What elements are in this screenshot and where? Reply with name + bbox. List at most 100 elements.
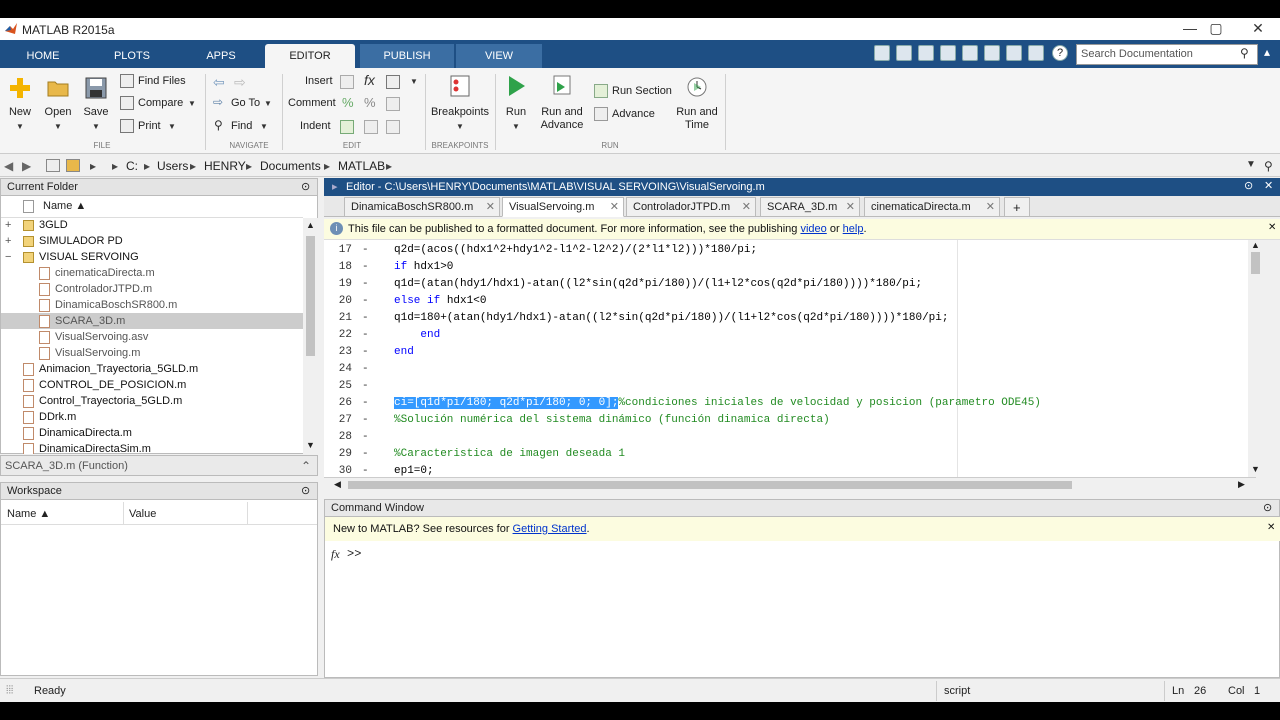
insert-section-icon[interactable] bbox=[340, 75, 354, 89]
file-row[interactable]: VisualServoing.m bbox=[1, 345, 303, 361]
editor-collapse-icon[interactable]: ▸ bbox=[332, 180, 338, 193]
tab-editor[interactable]: EDITOR bbox=[265, 44, 355, 68]
code-line[interactable]: 29- %Caracteristica de imagen deseada 1 bbox=[324, 446, 1256, 463]
function-browser-icon[interactable]: fx bbox=[331, 547, 340, 562]
tab-close-icon[interactable]: ✕ bbox=[846, 198, 855, 217]
name-column-header[interactable]: Name ▲ bbox=[43, 200, 86, 212]
breadcrumb-matlab[interactable]: MATLAB bbox=[338, 159, 385, 173]
code-line[interactable]: 27- %Solución numérica del sistema dinámi… bbox=[324, 412, 1256, 429]
run-dropdown-icon[interactable]: ▼ bbox=[512, 122, 520, 131]
line-number[interactable]: 20 bbox=[324, 293, 352, 310]
breakpoint-marker[interactable]: - bbox=[362, 395, 369, 412]
file-row[interactable]: DinamicaBoschSR800.m bbox=[1, 297, 303, 313]
editor-tab[interactable]: ControladorJTPD.m ✕ bbox=[626, 197, 756, 217]
decrease-indent-icon[interactable] bbox=[386, 120, 400, 134]
go-to-button[interactable]: Go To bbox=[231, 97, 260, 109]
open-button[interactable]: Open bbox=[42, 106, 74, 118]
command-window[interactable]: fx >> bbox=[324, 541, 1280, 678]
find-files-button[interactable]: Find Files bbox=[138, 75, 186, 87]
code-editor[interactable]: 17- q2d=(acos((hdx1^2+hdy1^2-l1^2-l2^2)/(… bbox=[324, 240, 1256, 477]
code-line[interactable]: 20- else if hdx1<0 bbox=[324, 293, 1256, 310]
print-dropdown-icon[interactable]: ▼ bbox=[168, 122, 176, 131]
line-number[interactable]: 17 bbox=[324, 242, 352, 259]
panel-actions-icon[interactable]: ⊙ bbox=[1263, 501, 1272, 514]
line-number[interactable]: 27 bbox=[324, 412, 352, 429]
go-to-dropdown-icon[interactable]: ▼ bbox=[264, 99, 272, 108]
file-row[interactable]: DDrk.m bbox=[1, 409, 303, 425]
tab-view[interactable]: VIEW bbox=[456, 44, 542, 68]
file-row[interactable]: DinamicaDirecta.m bbox=[1, 425, 303, 441]
maximize-button[interactable]: ▢ bbox=[1202, 20, 1230, 38]
line-number[interactable]: 21 bbox=[324, 310, 352, 327]
insert-function-icon[interactable]: fx bbox=[364, 72, 375, 88]
breakpoint-marker[interactable]: - bbox=[362, 463, 369, 477]
tab-apps[interactable]: APPS bbox=[190, 44, 252, 68]
print-button[interactable]: Print bbox=[138, 120, 161, 132]
wrap-comments-icon[interactable] bbox=[386, 97, 400, 111]
scroll-thumb[interactable] bbox=[306, 236, 315, 356]
switch-windows-icon[interactable] bbox=[1028, 45, 1044, 61]
save-dropdown-icon[interactable]: ▼ bbox=[92, 122, 100, 131]
breakpoint-marker[interactable]: - bbox=[362, 429, 369, 446]
run-section-button[interactable]: Run Section bbox=[612, 85, 672, 97]
new-tab-button[interactable]: + bbox=[1004, 197, 1030, 217]
panel-actions-icon[interactable]: ⊙ bbox=[301, 180, 310, 193]
copy-icon[interactable] bbox=[940, 45, 956, 61]
tab-close-icon[interactable]: ✕ bbox=[486, 198, 495, 217]
tab-publish[interactable]: PUBLISH bbox=[360, 44, 454, 68]
editor-tab[interactable]: SCARA_3D.m ✕ bbox=[760, 197, 860, 217]
tab-home[interactable]: HOME bbox=[14, 44, 72, 68]
run-and-time-button[interactable]: Run and Time bbox=[672, 106, 722, 132]
breadcrumb-drive[interactable]: C: bbox=[126, 159, 138, 173]
address-dropdown-icon[interactable]: ▸ bbox=[90, 159, 96, 173]
scroll-right-icon[interactable]: ▶ bbox=[1238, 479, 1245, 490]
breakpoint-marker[interactable]: - bbox=[362, 361, 369, 378]
address-history-dropdown-icon[interactable]: ▼ bbox=[1246, 159, 1256, 170]
scroll-up-icon[interactable]: ▲ bbox=[1251, 240, 1260, 250]
breakpoints-button[interactable]: Breakpoints bbox=[430, 106, 490, 118]
quick-access-icon[interactable] bbox=[874, 45, 890, 61]
tab-close-icon[interactable]: ✕ bbox=[742, 198, 751, 217]
file-row[interactable]: Control_Trayectoria_5GLD.m bbox=[1, 393, 303, 409]
code-line[interactable]: 23- end bbox=[324, 344, 1256, 361]
file-row[interactable]: DinamicaDirectaSim.m bbox=[1, 441, 303, 454]
help-icon[interactable]: ? bbox=[1052, 45, 1068, 61]
breakpoint-marker[interactable]: - bbox=[362, 259, 369, 276]
cut-icon[interactable] bbox=[918, 45, 934, 61]
paste-icon[interactable] bbox=[962, 45, 978, 61]
code-line[interactable]: 28- bbox=[324, 429, 1256, 446]
breakpoint-marker[interactable]: - bbox=[362, 242, 369, 259]
editor-tab[interactable]: cinematicaDirecta.m ✕ bbox=[864, 197, 1000, 217]
close-info-icon[interactable]: ✕ bbox=[1268, 222, 1276, 233]
line-number[interactable]: 18 bbox=[324, 259, 352, 276]
browse-folder-icon[interactable] bbox=[66, 159, 80, 172]
expand-toggle-icon[interactable]: + bbox=[5, 217, 11, 233]
line-number[interactable]: 19 bbox=[324, 276, 352, 293]
scroll-thumb[interactable] bbox=[1251, 252, 1260, 274]
line-number[interactable]: 30 bbox=[324, 463, 352, 477]
folder-row[interactable]: +3GLD bbox=[1, 217, 303, 233]
code-line[interactable]: 17- q2d=(acos((hdx1^2+hdy1^2-l1^2-l2^2)/(… bbox=[324, 242, 1256, 259]
scroll-left-icon[interactable]: ◀ bbox=[334, 479, 341, 490]
increase-indent-icon[interactable] bbox=[364, 120, 378, 134]
find-dropdown-icon[interactable]: ▼ bbox=[260, 122, 268, 131]
code-line[interactable]: 21- q1d=180+(atan(hdy1/hdx1)-atan((l2*sin… bbox=[324, 310, 1256, 327]
breakpoint-marker[interactable]: - bbox=[362, 446, 369, 463]
forward-icon[interactable]: ⇨ bbox=[234, 74, 246, 91]
back-icon[interactable]: ⇦ bbox=[213, 74, 225, 91]
details-bar[interactable]: SCARA_3D.m (Function) ⌃ bbox=[0, 455, 318, 476]
editor-vertical-scrollbar[interactable]: ▲ ▼ bbox=[1248, 240, 1264, 477]
line-number[interactable]: 22 bbox=[324, 327, 352, 344]
save-button[interactable]: Save bbox=[80, 106, 112, 118]
breakpoint-marker[interactable]: - bbox=[362, 412, 369, 429]
compare-dropdown-icon[interactable]: ▼ bbox=[188, 99, 196, 108]
line-number[interactable]: 23 bbox=[324, 344, 352, 361]
redo-icon[interactable] bbox=[1006, 45, 1022, 61]
tab-close-icon[interactable]: ✕ bbox=[610, 198, 619, 217]
editor-tab-active[interactable]: VisualServoing.m ✕ bbox=[502, 197, 624, 217]
save-quick-icon[interactable] bbox=[896, 45, 912, 61]
editor-close-icon[interactable]: ✕ bbox=[1264, 179, 1273, 192]
breakpoint-marker[interactable]: - bbox=[362, 327, 369, 344]
line-number[interactable]: 29 bbox=[324, 446, 352, 463]
run-and-advance-button[interactable]: Run and Advance bbox=[538, 106, 586, 132]
